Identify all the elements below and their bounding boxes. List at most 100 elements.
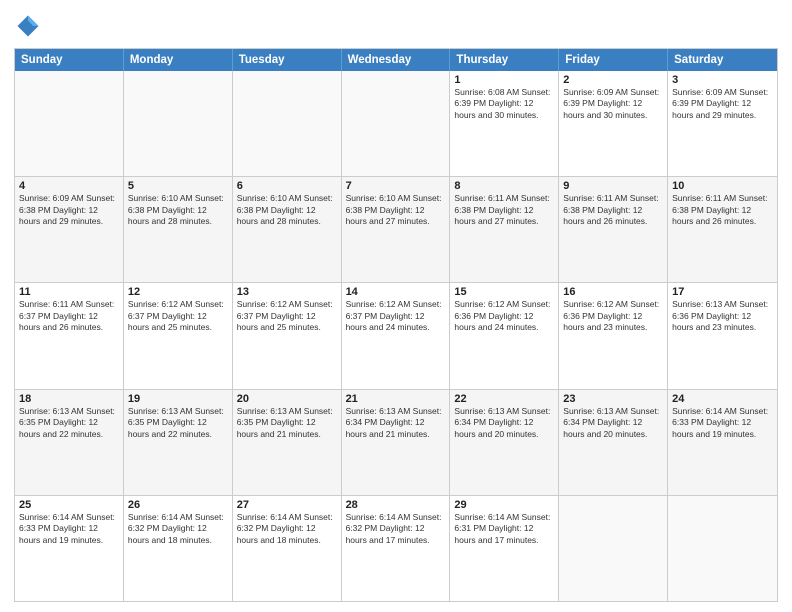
day-cell-13: 13Sunrise: 6:12 AM Sunset: 6:37 PM Dayli… [233, 283, 342, 388]
day-cell-25: 25Sunrise: 6:14 AM Sunset: 6:33 PM Dayli… [15, 496, 124, 601]
weekday-header-tuesday: Tuesday [233, 49, 342, 71]
empty-cell [668, 496, 777, 601]
day-number: 5 [128, 180, 228, 192]
calendar-body: 1Sunrise: 6:08 AM Sunset: 6:39 PM Daylig… [15, 71, 777, 601]
day-number: 24 [672, 393, 773, 405]
day-number: 17 [672, 286, 773, 298]
empty-cell [15, 71, 124, 176]
day-cell-8: 8Sunrise: 6:11 AM Sunset: 6:38 PM Daylig… [450, 177, 559, 282]
day-info: Sunrise: 6:13 AM Sunset: 6:36 PM Dayligh… [672, 299, 773, 333]
weekday-header-friday: Friday [559, 49, 668, 71]
day-cell-7: 7Sunrise: 6:10 AM Sunset: 6:38 PM Daylig… [342, 177, 451, 282]
day-cell-19: 19Sunrise: 6:13 AM Sunset: 6:35 PM Dayli… [124, 390, 233, 495]
day-info: Sunrise: 6:10 AM Sunset: 6:38 PM Dayligh… [128, 193, 228, 227]
day-number: 21 [346, 393, 446, 405]
day-cell-24: 24Sunrise: 6:14 AM Sunset: 6:33 PM Dayli… [668, 390, 777, 495]
day-cell-22: 22Sunrise: 6:13 AM Sunset: 6:34 PM Dayli… [450, 390, 559, 495]
calendar-row-3: 11Sunrise: 6:11 AM Sunset: 6:37 PM Dayli… [15, 282, 777, 388]
day-cell-18: 18Sunrise: 6:13 AM Sunset: 6:35 PM Dayli… [15, 390, 124, 495]
day-info: Sunrise: 6:13 AM Sunset: 6:34 PM Dayligh… [454, 406, 554, 440]
day-number: 3 [672, 74, 773, 86]
day-cell-15: 15Sunrise: 6:12 AM Sunset: 6:36 PM Dayli… [450, 283, 559, 388]
calendar-row-4: 18Sunrise: 6:13 AM Sunset: 6:35 PM Dayli… [15, 389, 777, 495]
day-info: Sunrise: 6:09 AM Sunset: 6:39 PM Dayligh… [563, 87, 663, 121]
day-number: 19 [128, 393, 228, 405]
day-info: Sunrise: 6:11 AM Sunset: 6:38 PM Dayligh… [563, 193, 663, 227]
weekday-header-saturday: Saturday [668, 49, 777, 71]
calendar: SundayMondayTuesdayWednesdayThursdayFrid… [14, 48, 778, 602]
weekday-header-sunday: Sunday [15, 49, 124, 71]
logo [14, 12, 46, 40]
day-cell-9: 9Sunrise: 6:11 AM Sunset: 6:38 PM Daylig… [559, 177, 668, 282]
day-cell-16: 16Sunrise: 6:12 AM Sunset: 6:36 PM Dayli… [559, 283, 668, 388]
day-number: 28 [346, 499, 446, 511]
day-number: 25 [19, 499, 119, 511]
day-info: Sunrise: 6:12 AM Sunset: 6:37 PM Dayligh… [237, 299, 337, 333]
empty-cell [124, 71, 233, 176]
day-cell-29: 29Sunrise: 6:14 AM Sunset: 6:31 PM Dayli… [450, 496, 559, 601]
day-info: Sunrise: 6:13 AM Sunset: 6:35 PM Dayligh… [128, 406, 228, 440]
day-cell-11: 11Sunrise: 6:11 AM Sunset: 6:37 PM Dayli… [15, 283, 124, 388]
day-info: Sunrise: 6:12 AM Sunset: 6:37 PM Dayligh… [128, 299, 228, 333]
header [14, 12, 778, 40]
day-cell-2: 2Sunrise: 6:09 AM Sunset: 6:39 PM Daylig… [559, 71, 668, 176]
day-number: 14 [346, 286, 446, 298]
day-info: Sunrise: 6:09 AM Sunset: 6:39 PM Dayligh… [672, 87, 773, 121]
day-number: 27 [237, 499, 337, 511]
day-info: Sunrise: 6:11 AM Sunset: 6:38 PM Dayligh… [454, 193, 554, 227]
page: SundayMondayTuesdayWednesdayThursdayFrid… [0, 0, 792, 612]
day-info: Sunrise: 6:13 AM Sunset: 6:34 PM Dayligh… [346, 406, 446, 440]
day-cell-26: 26Sunrise: 6:14 AM Sunset: 6:32 PM Dayli… [124, 496, 233, 601]
day-info: Sunrise: 6:11 AM Sunset: 6:37 PM Dayligh… [19, 299, 119, 333]
day-cell-27: 27Sunrise: 6:14 AM Sunset: 6:32 PM Dayli… [233, 496, 342, 601]
day-info: Sunrise: 6:10 AM Sunset: 6:38 PM Dayligh… [237, 193, 337, 227]
day-info: Sunrise: 6:09 AM Sunset: 6:38 PM Dayligh… [19, 193, 119, 227]
day-info: Sunrise: 6:12 AM Sunset: 6:37 PM Dayligh… [346, 299, 446, 333]
day-info: Sunrise: 6:14 AM Sunset: 6:33 PM Dayligh… [19, 512, 119, 546]
day-cell-12: 12Sunrise: 6:12 AM Sunset: 6:37 PM Dayli… [124, 283, 233, 388]
day-number: 6 [237, 180, 337, 192]
day-number: 15 [454, 286, 554, 298]
day-number: 9 [563, 180, 663, 192]
day-number: 1 [454, 74, 554, 86]
day-info: Sunrise: 6:12 AM Sunset: 6:36 PM Dayligh… [563, 299, 663, 333]
day-cell-28: 28Sunrise: 6:14 AM Sunset: 6:32 PM Dayli… [342, 496, 451, 601]
day-info: Sunrise: 6:11 AM Sunset: 6:38 PM Dayligh… [672, 193, 773, 227]
logo-icon [14, 12, 42, 40]
empty-cell [559, 496, 668, 601]
day-info: Sunrise: 6:14 AM Sunset: 6:32 PM Dayligh… [346, 512, 446, 546]
day-cell-1: 1Sunrise: 6:08 AM Sunset: 6:39 PM Daylig… [450, 71, 559, 176]
day-info: Sunrise: 6:13 AM Sunset: 6:34 PM Dayligh… [563, 406, 663, 440]
day-cell-6: 6Sunrise: 6:10 AM Sunset: 6:38 PM Daylig… [233, 177, 342, 282]
day-info: Sunrise: 6:12 AM Sunset: 6:36 PM Dayligh… [454, 299, 554, 333]
day-cell-21: 21Sunrise: 6:13 AM Sunset: 6:34 PM Dayli… [342, 390, 451, 495]
day-number: 22 [454, 393, 554, 405]
day-number: 13 [237, 286, 337, 298]
day-cell-17: 17Sunrise: 6:13 AM Sunset: 6:36 PM Dayli… [668, 283, 777, 388]
weekday-header-wednesday: Wednesday [342, 49, 451, 71]
day-cell-10: 10Sunrise: 6:11 AM Sunset: 6:38 PM Dayli… [668, 177, 777, 282]
day-number: 12 [128, 286, 228, 298]
day-number: 11 [19, 286, 119, 298]
day-info: Sunrise: 6:13 AM Sunset: 6:35 PM Dayligh… [237, 406, 337, 440]
day-number: 23 [563, 393, 663, 405]
weekday-header-monday: Monday [124, 49, 233, 71]
day-info: Sunrise: 6:14 AM Sunset: 6:31 PM Dayligh… [454, 512, 554, 546]
day-info: Sunrise: 6:14 AM Sunset: 6:33 PM Dayligh… [672, 406, 773, 440]
day-number: 26 [128, 499, 228, 511]
day-info: Sunrise: 6:14 AM Sunset: 6:32 PM Dayligh… [128, 512, 228, 546]
empty-cell [233, 71, 342, 176]
day-cell-20: 20Sunrise: 6:13 AM Sunset: 6:35 PM Dayli… [233, 390, 342, 495]
calendar-header: SundayMondayTuesdayWednesdayThursdayFrid… [15, 49, 777, 71]
day-info: Sunrise: 6:10 AM Sunset: 6:38 PM Dayligh… [346, 193, 446, 227]
day-number: 29 [454, 499, 554, 511]
day-cell-23: 23Sunrise: 6:13 AM Sunset: 6:34 PM Dayli… [559, 390, 668, 495]
day-number: 4 [19, 180, 119, 192]
day-cell-3: 3Sunrise: 6:09 AM Sunset: 6:39 PM Daylig… [668, 71, 777, 176]
weekday-header-thursday: Thursday [450, 49, 559, 71]
day-cell-5: 5Sunrise: 6:10 AM Sunset: 6:38 PM Daylig… [124, 177, 233, 282]
day-info: Sunrise: 6:14 AM Sunset: 6:32 PM Dayligh… [237, 512, 337, 546]
day-number: 7 [346, 180, 446, 192]
day-number: 10 [672, 180, 773, 192]
calendar-row-2: 4Sunrise: 6:09 AM Sunset: 6:38 PM Daylig… [15, 176, 777, 282]
